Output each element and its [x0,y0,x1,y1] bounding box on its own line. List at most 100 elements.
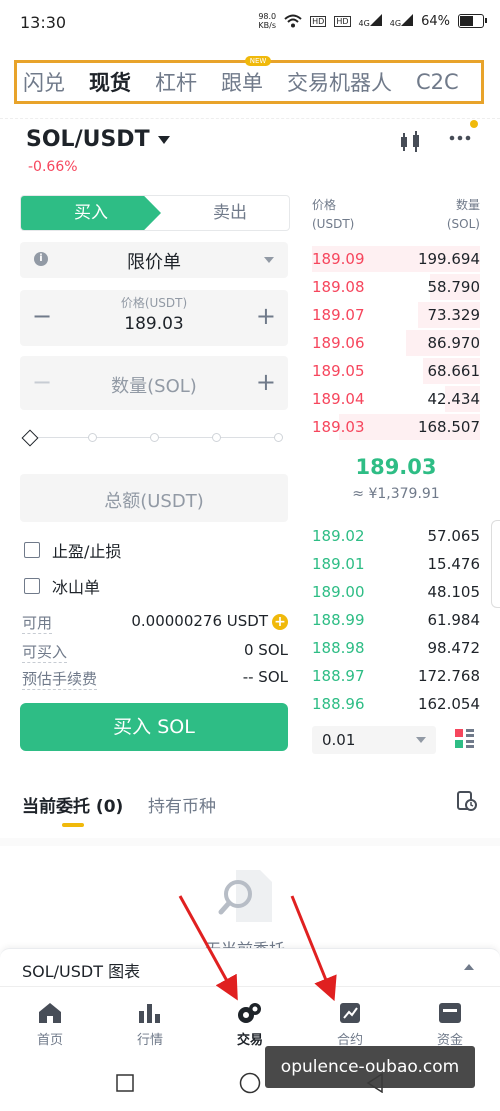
nav-wallet[interactable]: 资金 [400,987,500,1048]
slider-node[interactable] [88,433,97,442]
price-input[interactable]: − 价格(USDT) 189.03 + [20,290,288,346]
slider-node[interactable] [212,433,221,442]
no-data-icon [218,866,278,930]
available-label: 可用 [22,614,53,634]
bid-price: 188.97 [312,667,365,685]
bid-row[interactable]: 188.96 162.054 [312,690,480,718]
order-history-icon[interactable] [456,790,478,816]
divider [0,118,500,119]
slider-node[interactable] [274,433,283,442]
price-value[interactable]: 189.03 [20,314,288,334]
ask-price: 189.05 [312,362,365,380]
status-time: 13:30 [20,13,67,32]
bid-row[interactable]: 189.01 15.476 [312,550,480,578]
available-row: 可用 0.00000276 USDT + [22,612,288,634]
tab-margin[interactable]: 杠杆 [155,67,197,97]
bid-price: 188.96 [312,695,365,713]
total-placeholder: 总额(USDT) [104,491,204,512]
iceberg-checkbox[interactable]: 冰山单 [24,574,100,598]
more-icon[interactable] [448,120,478,152]
checkbox-icon[interactable] [24,578,40,594]
precision-select[interactable]: 0.01 [312,726,436,754]
ask-quantity: 86.970 [427,334,481,352]
new-badge: NEW [245,56,271,66]
orderbook-layout-icon[interactable] [455,729,475,753]
tpsl-checkbox[interactable]: 止盈/止损 [24,538,121,562]
ask-row[interactable]: 189.04 42.434 [312,385,480,413]
bid-price: 188.98 [312,639,365,657]
ask-quantity: 68.661 [427,362,481,380]
active-tab-indicator [62,823,84,827]
bid-quantity: 15.476 [427,555,481,573]
net-speed: 98.0 KB/s [258,12,277,30]
wallet-icon [439,1003,461,1023]
ask-row[interactable]: 189.08 58.790 [312,273,480,301]
bid-row[interactable]: 188.98 98.472 [312,634,480,662]
order-type-select[interactable]: i 限价单 [20,242,288,278]
amount-slider[interactable] [21,429,284,447]
recents-icon[interactable] [116,1074,134,1092]
sell-tab[interactable]: 卖出 [171,196,289,230]
iceberg-label: 冰山单 [52,578,101,597]
slider-handle[interactable] [21,429,39,447]
ask-row[interactable]: 189.07 73.329 [312,301,480,329]
fee-row: 预估手续费 -- SOL [22,668,288,690]
tab-copy-trading[interactable]: 跟单 [221,67,263,97]
available-value-wrap: 0.00000276 USDT + [131,612,288,634]
nav-home[interactable]: 首页 [0,987,100,1048]
ask-price: 189.06 [312,334,365,352]
candlestick-icon[interactable] [398,130,424,158]
home-circle-icon[interactable] [239,1072,261,1094]
trade-type-tabs: 闪兑 现货 杠杆 跟单 交易机器人 C2C NEW [14,56,484,104]
watermark: opulence-oubao.com [265,1046,475,1088]
section-spacer [0,838,500,846]
status-bar: 13:30 98.0 KB/s HD HD 4G 4G 64% [0,0,500,46]
pair-selector[interactable]: SOL/USDT [26,127,170,152]
tab-c2c[interactable]: C2C [416,70,459,94]
ask-price: 189.09 [312,250,365,268]
tab-spot[interactable]: 现货 [89,67,131,97]
price-increase-button[interactable]: + [256,302,276,330]
precision-value: 0.01 [322,731,356,749]
ask-row[interactable]: 189.03 168.507 [312,413,480,441]
bid-quantity: 172.768 [417,667,480,685]
tab-open-orders[interactable]: 当前委托 (0) [22,792,123,817]
nav-trade[interactable]: 交易 [200,987,300,1048]
quantity-input[interactable]: − 数量(SOL) + [20,356,288,410]
bid-row[interactable]: 188.97 172.768 [312,662,480,690]
ask-row[interactable]: 189.09 199.694 [312,245,480,273]
price-caption: 价格(USDT) [120,296,188,310]
last-price-cny: ≈ ¥1,379.91 [352,486,440,502]
chevron-up-icon[interactable] [464,964,474,970]
signal-1: 4G [359,14,382,28]
buy-tab[interactable]: 买入 [21,196,161,230]
nav-markets[interactable]: 行情 [100,987,200,1048]
total-input[interactable]: 总额(USDT) [20,474,288,522]
chart-drawer[interactable]: SOL/USDT 图表 [0,948,500,987]
ask-quantity: 199.694 [417,250,480,268]
nav-futures[interactable]: 合约 [300,987,400,1048]
bid-row[interactable]: 189.02 57.065 [312,522,480,550]
tab-convert[interactable]: 闪兑 [23,67,65,97]
buy-sell-toggle: 买入 卖出 [20,195,290,231]
side-drawer-handle[interactable] [491,520,500,608]
bid-row[interactable]: 189.00 48.105 [312,578,480,606]
quantity-placeholder: 数量(SOL) [111,376,197,397]
wifi-icon [284,14,302,28]
qty-increase-button[interactable]: + [256,368,276,396]
tab-holdings[interactable]: 持有币种 [148,792,216,817]
buy-button[interactable]: 买入 SOL [20,703,288,751]
add-funds-icon[interactable]: + [272,614,288,630]
slider-node[interactable] [150,433,159,442]
last-price[interactable]: 189.03 [312,455,480,479]
fee-label: 预估手续费 [22,670,98,690]
ask-row[interactable]: 189.05 68.661 [312,357,480,385]
ask-row[interactable]: 189.06 86.970 [312,329,480,357]
dropdown-arrow-icon [416,737,426,743]
tab-trading-bots[interactable]: 交易机器人 [287,67,392,97]
bid-price: 189.02 [312,527,365,545]
order-type-value: 限价单 [127,252,181,273]
bid-quantity: 57.065 [427,527,481,545]
bid-row[interactable]: 188.99 61.984 [312,606,480,634]
checkbox-icon[interactable] [24,542,40,558]
